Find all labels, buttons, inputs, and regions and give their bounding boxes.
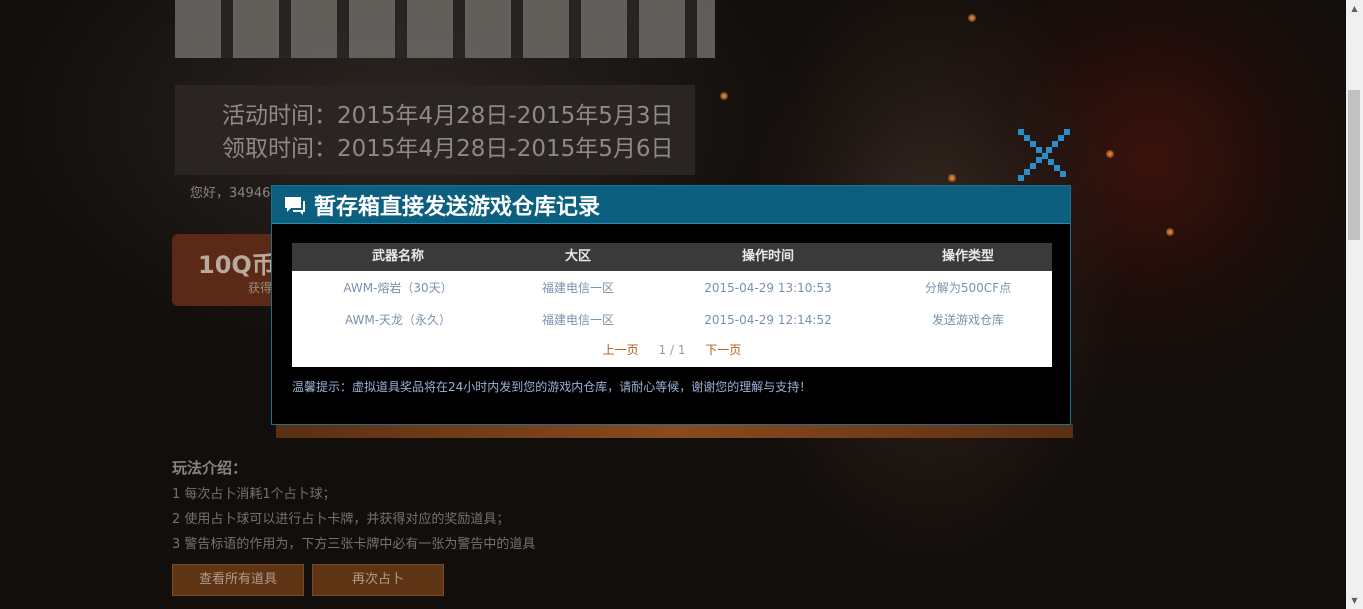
rules-title: 玩法介绍： [172, 459, 248, 477]
cell-weapon: AWM-天龙（永久） [344, 313, 452, 327]
cell-region: 福建电信一区 [541, 313, 614, 327]
greeting-text: 您好，34946 [190, 186, 271, 201]
record-dialog: 暂存箱直接发送游戏仓库记录 武器名称 大区 操作时间 操作类型 AWM-熔岩（3… [271, 185, 1071, 425]
column-header-type: 操作类型 [941, 249, 994, 264]
dialog-title: 暂存箱直接发送游戏仓库记录 [314, 194, 601, 220]
rule-item: 1 每次占卜消耗1个占卜球； [172, 487, 336, 502]
ember-glow [720, 92, 728, 100]
table-row: AWM-天龙（永久） 福建电信一区 2015-04-29 12:14:52 发送… [292, 305, 1052, 335]
cell-region: 福建电信一区 [541, 281, 614, 295]
next-page-link[interactable]: 下一页 [705, 341, 741, 358]
column-header-weapon: 武器名称 [371, 249, 424, 264]
ember-glow [948, 174, 956, 182]
scroll-thumb[interactable] [1348, 90, 1360, 240]
ember-glow [1166, 228, 1174, 236]
table-header: 武器名称 大区 操作时间 操作类型 [292, 243, 1052, 271]
cell-time: 2015-04-29 13:10:53 [704, 281, 832, 295]
column-header-time: 操作时间 [741, 249, 794, 264]
column-header-region: 大区 [564, 249, 591, 264]
view-all-items-button[interactable]: 查看所有道具 [172, 564, 304, 596]
prev-page-link[interactable]: 上一页 [603, 341, 639, 358]
tip-text: 温馨提示：虚拟道具奖品将在24小时内发到您的游戏内仓库，请耐心等候，谢谢您的理解… [292, 380, 812, 394]
divine-again-button[interactable]: 再次占卜 [312, 564, 444, 596]
table-row: AWM-熔岩（30天） 福建电信一区 2015-04-29 13:10:53 分… [292, 273, 1052, 303]
cell-type: 发送游戏仓库 [931, 313, 1004, 327]
rule-item: 3 警告标语的作用为，下方三张卡牌中必有一张为警告中的道具 [172, 537, 536, 552]
card-frame-strip [276, 424, 1073, 438]
reward-label: 10Q币 [198, 251, 276, 279]
scroll-up-arrow-icon[interactable]: ▲ [1346, 0, 1363, 17]
ember-glow [1106, 150, 1114, 158]
claim-time: 领取时间：2015年4月28日-2015年5月6日 [222, 136, 674, 162]
banner-title-art [175, 0, 715, 58]
close-icon[interactable] [1014, 125, 1074, 185]
cell-time: 2015-04-29 12:14:52 [704, 313, 832, 327]
ember-glow [968, 14, 976, 22]
record-table: 武器名称 大区 操作时间 操作类型 AWM-熔岩（30天） 福建电信一区 201… [292, 243, 1052, 367]
dialog-header: 暂存箱直接发送游戏仓库记录 [272, 186, 1070, 224]
reward-sub: 获得 [248, 281, 273, 295]
cell-weapon: AWM-熔岩（30天） [343, 281, 453, 295]
pagination: 上一页 1 / 1 下一页 [292, 341, 1052, 365]
scroll-down-arrow-icon[interactable]: ▼ [1346, 592, 1363, 609]
vertical-scrollbar[interactable]: ▲ ▼ [1346, 0, 1363, 609]
page-indicator: 1 / 1 [658, 343, 686, 357]
chat-bubble-icon [283, 195, 307, 217]
rule-item: 2 使用占卜球可以进行占卜卡牌，并获得对应的奖励道具； [172, 512, 510, 527]
activity-time: 活动时间：2015年4月28日-2015年5月3日 [222, 103, 674, 129]
cell-type: 分解为500CF点 [924, 281, 1012, 295]
